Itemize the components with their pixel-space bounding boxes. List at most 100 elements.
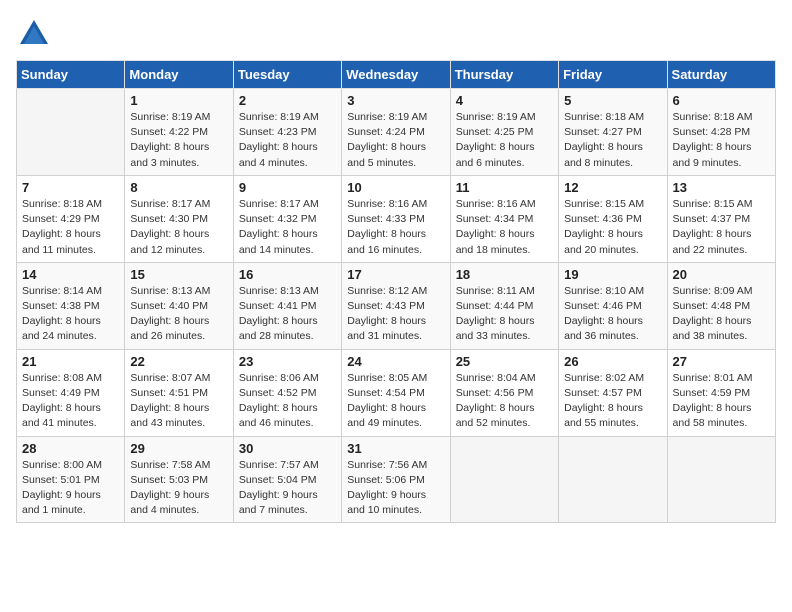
day-cell: 3 Sunrise: 8:19 AM Sunset: 4:24 PM Daylig… [342, 89, 450, 176]
day-header-thursday: Thursday [450, 61, 558, 89]
day-cell: 8 Sunrise: 8:17 AM Sunset: 4:30 PM Daylig… [125, 175, 233, 262]
day-cell: 29 Sunrise: 7:58 AM Sunset: 5:03 PM Dayli… [125, 436, 233, 523]
day-info: Sunrise: 8:19 AM Sunset: 4:24 PM Dayligh… [347, 110, 444, 171]
day-number: 3 [347, 93, 444, 108]
day-header-friday: Friday [559, 61, 667, 89]
day-cell: 16 Sunrise: 8:13 AM Sunset: 4:41 PM Dayli… [233, 262, 341, 349]
day-number: 27 [673, 354, 770, 369]
day-number: 19 [564, 267, 661, 282]
day-cell: 19 Sunrise: 8:10 AM Sunset: 4:46 PM Dayli… [559, 262, 667, 349]
day-number: 21 [22, 354, 119, 369]
day-cell: 1 Sunrise: 8:19 AM Sunset: 4:22 PM Daylig… [125, 89, 233, 176]
day-number: 24 [347, 354, 444, 369]
day-info: Sunrise: 8:08 AM Sunset: 4:49 PM Dayligh… [22, 371, 119, 432]
day-info: Sunrise: 8:00 AM Sunset: 5:01 PM Dayligh… [22, 458, 119, 519]
day-cell: 9 Sunrise: 8:17 AM Sunset: 4:32 PM Daylig… [233, 175, 341, 262]
day-number: 26 [564, 354, 661, 369]
day-info: Sunrise: 8:01 AM Sunset: 4:59 PM Dayligh… [673, 371, 770, 432]
day-number: 1 [130, 93, 227, 108]
day-info: Sunrise: 8:13 AM Sunset: 4:40 PM Dayligh… [130, 284, 227, 345]
day-number: 11 [456, 180, 553, 195]
day-header-saturday: Saturday [667, 61, 775, 89]
day-cell: 5Sunrise: 8:18 AM Sunset: 4:27 PM Daylig… [559, 89, 667, 176]
day-number: 9 [239, 180, 336, 195]
day-cell: 6 Sunrise: 8:18 AM Sunset: 4:28 PM Daylig… [667, 89, 775, 176]
day-number: 7 [22, 180, 119, 195]
day-info: Sunrise: 8:12 AM Sunset: 4:43 PM Dayligh… [347, 284, 444, 345]
day-number: 2 [239, 93, 336, 108]
day-info: Sunrise: 7:57 AM Sunset: 5:04 PM Dayligh… [239, 458, 336, 519]
day-info: Sunrise: 8:14 AM Sunset: 4:38 PM Dayligh… [22, 284, 119, 345]
day-number: 12 [564, 180, 661, 195]
day-info: Sunrise: 8:13 AM Sunset: 4:41 PM Dayligh… [239, 284, 336, 345]
day-number: 28 [22, 441, 119, 456]
day-number: 29 [130, 441, 227, 456]
day-info: Sunrise: 8:04 AM Sunset: 4:56 PM Dayligh… [456, 371, 553, 432]
week-row-5: 28 Sunrise: 8:00 AM Sunset: 5:01 PM Dayli… [17, 436, 776, 523]
day-number: 8 [130, 180, 227, 195]
day-number: 4 [456, 93, 553, 108]
day-info: Sunrise: 8:17 AM Sunset: 4:30 PM Dayligh… [130, 197, 227, 258]
day-info: Sunrise: 8:10 AM Sunset: 4:46 PM Dayligh… [564, 284, 661, 345]
day-info: Sunrise: 8:18 AM Sunset: 4:27 PM Dayligh… [564, 110, 661, 171]
day-cell: 27 Sunrise: 8:01 AM Sunset: 4:59 PM Dayli… [667, 349, 775, 436]
day-cell: 18Sunrise: 8:11 AM Sunset: 4:44 PM Dayli… [450, 262, 558, 349]
day-number: 15 [130, 267, 227, 282]
day-info: Sunrise: 8:11 AM Sunset: 4:44 PM Dayligh… [456, 284, 553, 345]
day-header-monday: Monday [125, 61, 233, 89]
week-row-3: 14 Sunrise: 8:14 AM Sunset: 4:38 PM Dayli… [17, 262, 776, 349]
day-cell: 31 Sunrise: 7:56 AM Sunset: 5:06 PM Dayli… [342, 436, 450, 523]
day-cell: 14 Sunrise: 8:14 AM Sunset: 4:38 PM Dayli… [17, 262, 125, 349]
day-number: 25 [456, 354, 553, 369]
calendar-body: 1 Sunrise: 8:19 AM Sunset: 4:22 PM Daylig… [17, 89, 776, 523]
day-cell: 22 Sunrise: 8:07 AM Sunset: 4:51 PM Dayli… [125, 349, 233, 436]
day-number: 6 [673, 93, 770, 108]
page-header [16, 16, 776, 52]
day-cell: 2 Sunrise: 8:19 AM Sunset: 4:23 PM Daylig… [233, 89, 341, 176]
day-info: Sunrise: 8:19 AM Sunset: 4:23 PM Dayligh… [239, 110, 336, 171]
day-info: Sunrise: 8:19 AM Sunset: 4:25 PM Dayligh… [456, 110, 553, 171]
day-number: 20 [673, 267, 770, 282]
day-number: 22 [130, 354, 227, 369]
day-cell: 4 Sunrise: 8:19 AM Sunset: 4:25 PM Daylig… [450, 89, 558, 176]
day-info: Sunrise: 7:58 AM Sunset: 5:03 PM Dayligh… [130, 458, 227, 519]
logo [16, 16, 56, 52]
day-cell: 10Sunrise: 8:16 AM Sunset: 4:33 PM Dayli… [342, 175, 450, 262]
day-info: Sunrise: 8:05 AM Sunset: 4:54 PM Dayligh… [347, 371, 444, 432]
day-cell [450, 436, 558, 523]
day-cell: 7Sunrise: 8:18 AM Sunset: 4:29 PM Daylig… [17, 175, 125, 262]
day-info: Sunrise: 8:09 AM Sunset: 4:48 PM Dayligh… [673, 284, 770, 345]
day-cell: 28 Sunrise: 8:00 AM Sunset: 5:01 PM Dayli… [17, 436, 125, 523]
calendar-header: SundayMondayTuesdayWednesdayThursdayFrid… [17, 61, 776, 89]
day-info: Sunrise: 8:17 AM Sunset: 4:32 PM Dayligh… [239, 197, 336, 258]
day-number: 14 [22, 267, 119, 282]
day-info: Sunrise: 8:06 AM Sunset: 4:52 PM Dayligh… [239, 371, 336, 432]
day-number: 31 [347, 441, 444, 456]
day-header-tuesday: Tuesday [233, 61, 341, 89]
header-row: SundayMondayTuesdayWednesdayThursdayFrid… [17, 61, 776, 89]
day-cell: 26 Sunrise: 8:02 AM Sunset: 4:57 PM Dayli… [559, 349, 667, 436]
day-info: Sunrise: 7:56 AM Sunset: 5:06 PM Dayligh… [347, 458, 444, 519]
day-number: 13 [673, 180, 770, 195]
day-cell: 20 Sunrise: 8:09 AM Sunset: 4:48 PM Dayli… [667, 262, 775, 349]
day-cell: 15 Sunrise: 8:13 AM Sunset: 4:40 PM Dayli… [125, 262, 233, 349]
logo-icon [16, 16, 52, 52]
day-info: Sunrise: 8:19 AM Sunset: 4:22 PM Dayligh… [130, 110, 227, 171]
day-number: 30 [239, 441, 336, 456]
day-cell [559, 436, 667, 523]
day-cell [17, 89, 125, 176]
day-cell: 17 Sunrise: 8:12 AM Sunset: 4:43 PM Dayli… [342, 262, 450, 349]
day-info: Sunrise: 8:16 AM Sunset: 4:34 PM Dayligh… [456, 197, 553, 258]
day-number: 17 [347, 267, 444, 282]
day-cell [667, 436, 775, 523]
day-cell: 25 Sunrise: 8:04 AM Sunset: 4:56 PM Dayli… [450, 349, 558, 436]
day-cell: 13 Sunrise: 8:15 AM Sunset: 4:37 PM Dayli… [667, 175, 775, 262]
week-row-2: 7Sunrise: 8:18 AM Sunset: 4:29 PM Daylig… [17, 175, 776, 262]
day-number: 10 [347, 180, 444, 195]
day-number: 16 [239, 267, 336, 282]
day-info: Sunrise: 8:18 AM Sunset: 4:28 PM Dayligh… [673, 110, 770, 171]
day-info: Sunrise: 8:15 AM Sunset: 4:36 PM Dayligh… [564, 197, 661, 258]
day-info: Sunrise: 8:02 AM Sunset: 4:57 PM Dayligh… [564, 371, 661, 432]
day-info: Sunrise: 8:15 AM Sunset: 4:37 PM Dayligh… [673, 197, 770, 258]
day-info: Sunrise: 8:07 AM Sunset: 4:51 PM Dayligh… [130, 371, 227, 432]
